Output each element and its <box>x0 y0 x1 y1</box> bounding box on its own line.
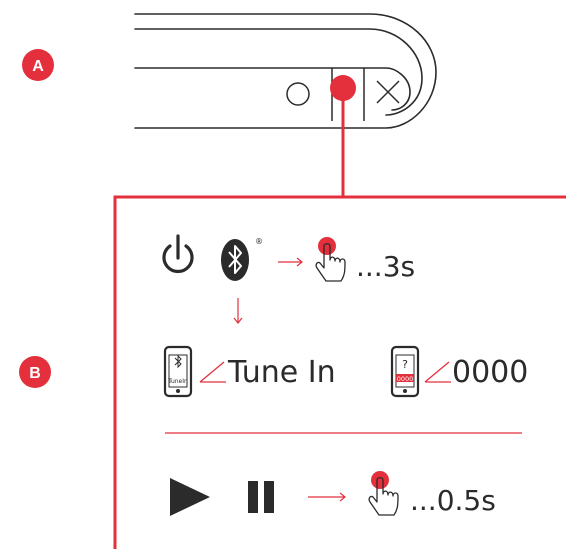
tap-hand-icon <box>315 237 346 282</box>
badge-a-label: A <box>32 58 44 75</box>
tap-hand-icon-2 <box>368 471 399 516</box>
touch-gesture-icon <box>199 361 226 383</box>
power-icon <box>162 234 194 274</box>
touch-gesture-icon-2 <box>424 361 451 383</box>
badge-b: B <box>19 356 51 388</box>
press-indicator <box>330 75 356 197</box>
pause-icon <box>248 481 274 513</box>
device-outline <box>134 13 437 129</box>
play-icon <box>170 478 210 516</box>
hold-duration-short: ...0.5s <box>410 484 496 517</box>
hold-duration-long: ...3s <box>356 250 415 283</box>
badge-a: A <box>22 49 54 81</box>
phone-pin-icon: ? 0000 <box>390 345 420 398</box>
phone-tunein-icon: TuneIn <box>163 345 193 398</box>
bluetooth-registered-mark: ® <box>255 237 263 246</box>
phone-question-label: ? <box>402 358 408 371</box>
device-round-button-icon <box>286 82 310 106</box>
instruction-diagram: A B ® ...3s TuneIn Tune In ? 0000 0000 .… <box>19 13 566 549</box>
arrow-down <box>233 298 243 324</box>
phone-tunein-label: TuneIn <box>167 378 188 385</box>
tune-in-label: Tune In <box>227 355 336 390</box>
phone-pin-label: 0000 <box>397 375 414 383</box>
badge-b-label: B <box>29 365 41 382</box>
bluetooth-icon: ® <box>221 237 263 281</box>
device-close-x-icon <box>376 80 400 104</box>
pin-code-label: 0000 <box>452 355 528 390</box>
arrow-right-2 <box>308 492 346 502</box>
arrow-right-1 <box>278 257 303 267</box>
